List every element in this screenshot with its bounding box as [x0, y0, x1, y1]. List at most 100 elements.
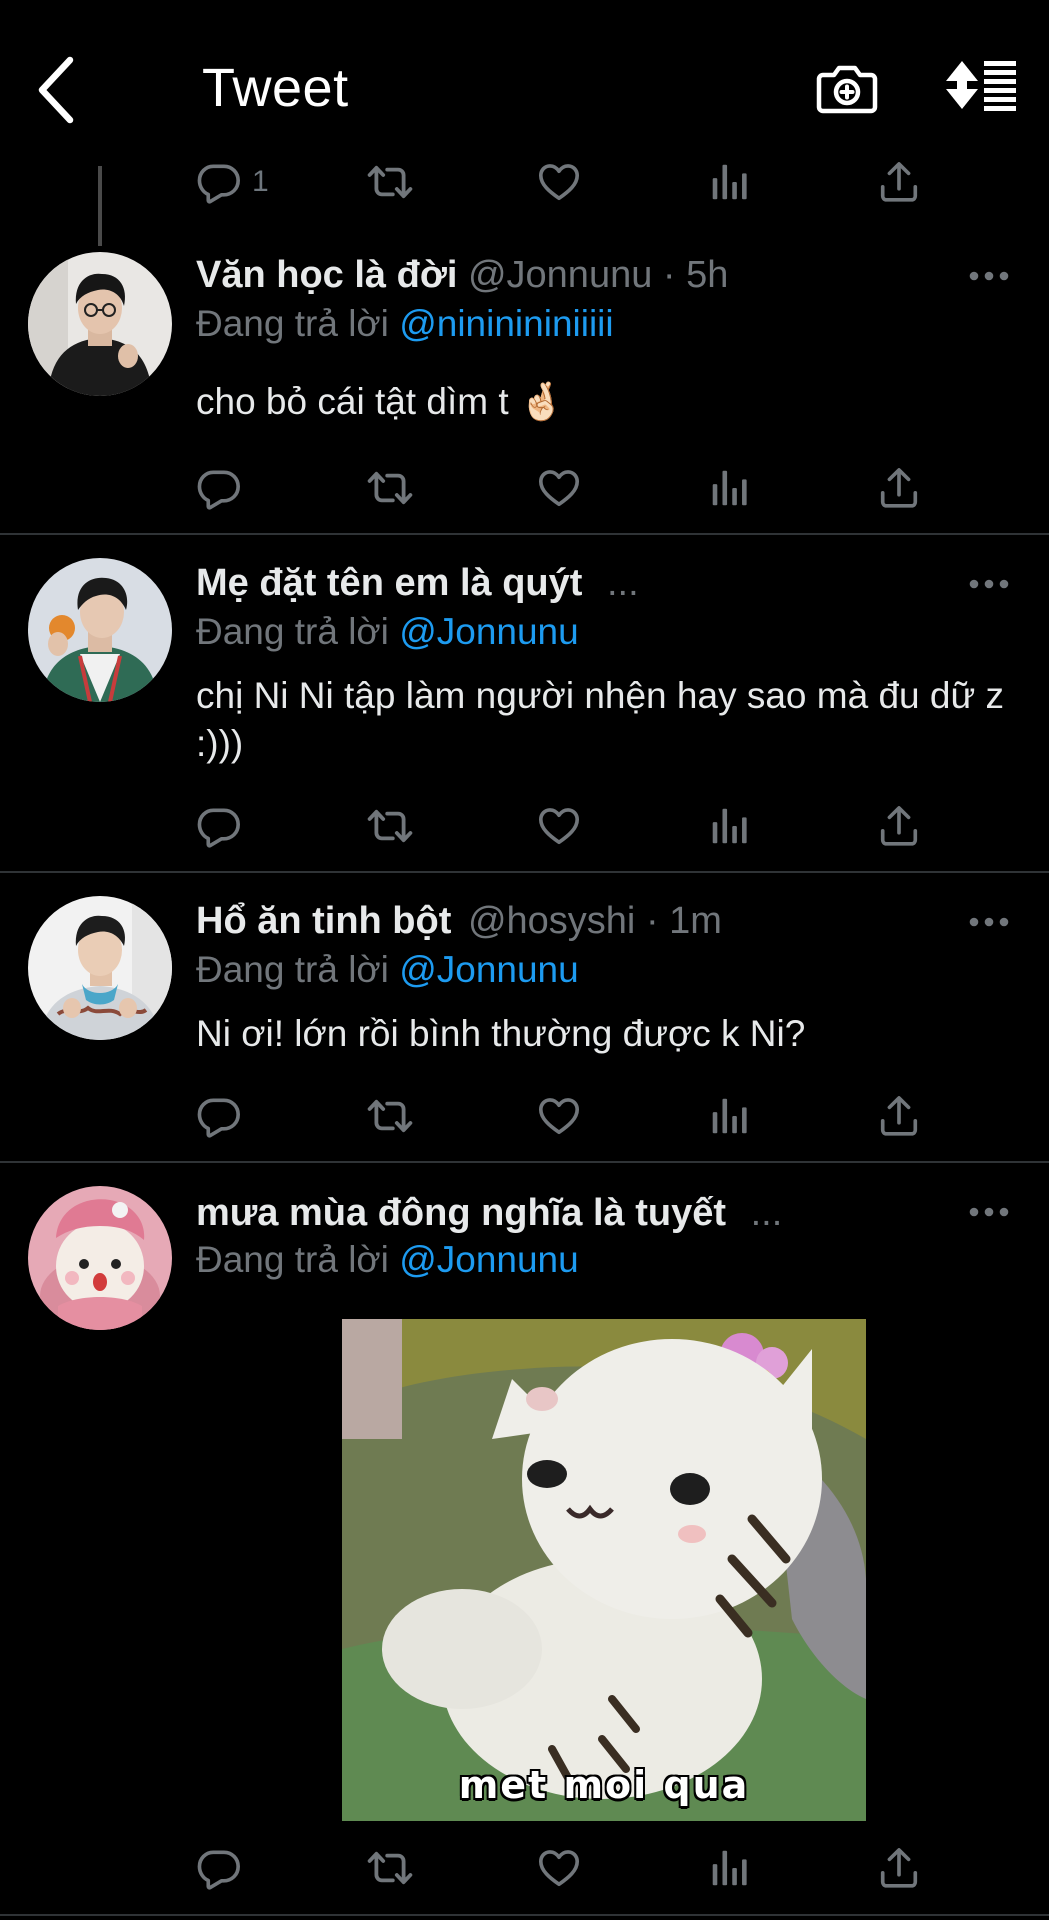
avatar[interactable]: [28, 1186, 172, 1330]
retweet-button[interactable]: [366, 154, 414, 210]
like-button[interactable]: [536, 1088, 582, 1144]
retweet-button[interactable]: [366, 1840, 414, 1896]
mention-link[interactable]: @Jonnunu: [399, 611, 579, 652]
truncation-ellipsis: ...: [750, 1192, 783, 1234]
share-button[interactable]: [876, 460, 922, 516]
reply-button[interactable]: [196, 460, 242, 516]
mention-link[interactable]: @nininininiiiii: [399, 303, 613, 344]
reply-icon: [196, 803, 242, 849]
retweet-icon: [366, 464, 414, 512]
retweet-icon: [366, 802, 414, 850]
retweet-icon: [366, 158, 414, 206]
views-icon: [706, 1093, 752, 1139]
like-button[interactable]: [536, 1840, 582, 1896]
more-icon: [964, 564, 1014, 604]
replying-to: Đang trả lời @Jonnunu: [196, 946, 579, 994]
tweet-text: chị Ni Ni tập làm người nhện hay sao mà …: [196, 675, 1005, 764]
avatar[interactable]: [28, 252, 172, 396]
share-icon: [876, 803, 922, 849]
replying-to: Đang trả lời @nininininiiiii: [196, 300, 614, 348]
separator-dot: ·: [662, 254, 676, 296]
views-button[interactable]: [706, 1088, 752, 1144]
views-button[interactable]: [706, 460, 752, 516]
tweet-action-bar: [196, 1840, 956, 1896]
more-options-button[interactable]: [964, 902, 1014, 942]
more-options-button[interactable]: [964, 1192, 1014, 1232]
share-button[interactable]: [876, 1088, 922, 1144]
timestamp[interactable]: 5h: [686, 254, 728, 296]
reply-button[interactable]: [196, 1840, 242, 1896]
reply-button[interactable]: 1: [196, 154, 269, 210]
page-title: Tweet: [202, 58, 349, 118]
display-name[interactable]: Mẹ đặt tên em là quýt: [196, 562, 582, 604]
tweet-action-bar: 1: [196, 154, 956, 210]
share-icon: [876, 159, 922, 205]
display-name[interactable]: Hổ ăn tinh bột: [196, 900, 451, 942]
views-button[interactable]: [706, 798, 752, 854]
retweet-icon: [366, 1092, 414, 1140]
like-button[interactable]: [536, 154, 582, 210]
reply-button[interactable]: [196, 1088, 242, 1144]
mention-link[interactable]: @Jonnunu: [399, 949, 579, 990]
more-options-button[interactable]: [964, 564, 1014, 604]
share-icon: [876, 1845, 922, 1891]
tweet-header: Văn học là đời @Jonnunu · 5h: [196, 250, 728, 300]
tweet-divider: [0, 1161, 1049, 1163]
share-button[interactable]: [876, 154, 922, 210]
more-icon: [964, 256, 1014, 296]
reply-count: 1: [252, 165, 269, 198]
replying-to-label: Đang trả lời: [196, 949, 389, 990]
share-icon: [876, 465, 922, 511]
retweet-button[interactable]: [366, 1088, 414, 1144]
user-handle[interactable]: @hosyshi: [468, 900, 635, 942]
mention-link[interactable]: @Jonnunu: [399, 1239, 579, 1280]
tweet-action-bar: [196, 798, 956, 854]
display-name[interactable]: mưa mùa đông nghĩa là tuyết: [196, 1192, 726, 1234]
like-button[interactable]: [536, 460, 582, 516]
separator-dot: ·: [645, 900, 659, 942]
user-handle[interactable]: @Jonnunu: [468, 254, 652, 296]
truncation-ellipsis: ...: [606, 562, 639, 604]
tweet-text: Ni ơi! lớn rồi bình thường được k Ni?: [196, 1013, 806, 1054]
replying-to: Đang trả lời @Jonnunu: [196, 608, 579, 656]
thread-connector-line: [98, 166, 102, 246]
tweet-header: mưa mùa đông nghĩa là tuyết ...: [196, 1188, 782, 1238]
tweet-divider: [0, 1914, 1049, 1916]
share-icon: [876, 1093, 922, 1139]
more-options-button[interactable]: [964, 256, 1014, 296]
camera-button[interactable]: [815, 55, 879, 119]
retweet-button[interactable]: [366, 460, 414, 516]
tweet-header: Hổ ăn tinh bột @hosyshi · 1m: [196, 896, 722, 946]
display-name[interactable]: Văn học là đời: [196, 254, 457, 296]
avatar[interactable]: [28, 558, 172, 702]
share-button[interactable]: [876, 798, 922, 854]
like-button[interactable]: [536, 798, 582, 854]
retweet-button[interactable]: [366, 798, 414, 854]
sort-button[interactable]: [944, 55, 1018, 119]
views-icon: [706, 465, 752, 511]
media-caption: met moi qua: [458, 1763, 750, 1807]
cat-meme-image: [342, 1319, 866, 1821]
share-button[interactable]: [876, 1840, 922, 1896]
tweet-divider: [0, 533, 1049, 535]
avatar[interactable]: [28, 896, 172, 1040]
views-button[interactable]: [706, 1840, 752, 1896]
replying-to-label: Đang trả lời: [196, 1239, 389, 1280]
views-icon: [706, 159, 752, 205]
tweet-divider: [0, 871, 1049, 873]
views-button[interactable]: [706, 154, 752, 210]
tweet-media-image[interactable]: met moi qua: [342, 1319, 866, 1821]
tweet-header: Mẹ đặt tên em là quýt ...: [196, 558, 639, 608]
replying-to-label: Đang trả lời: [196, 303, 389, 344]
reply-button[interactable]: [196, 798, 242, 854]
camera-plus-icon: [816, 65, 878, 114]
views-icon: [706, 1845, 752, 1891]
replying-to-label: Đang trả lời: [196, 611, 389, 652]
chevron-left-icon: [38, 56, 74, 124]
back-button[interactable]: [30, 52, 94, 128]
timestamp[interactable]: 1m: [669, 900, 722, 942]
views-icon: [706, 803, 752, 849]
replying-to: Đang trả lời @Jonnunu: [196, 1236, 579, 1284]
like-icon: [536, 465, 582, 511]
app-header: Tweet: [0, 0, 1049, 166]
